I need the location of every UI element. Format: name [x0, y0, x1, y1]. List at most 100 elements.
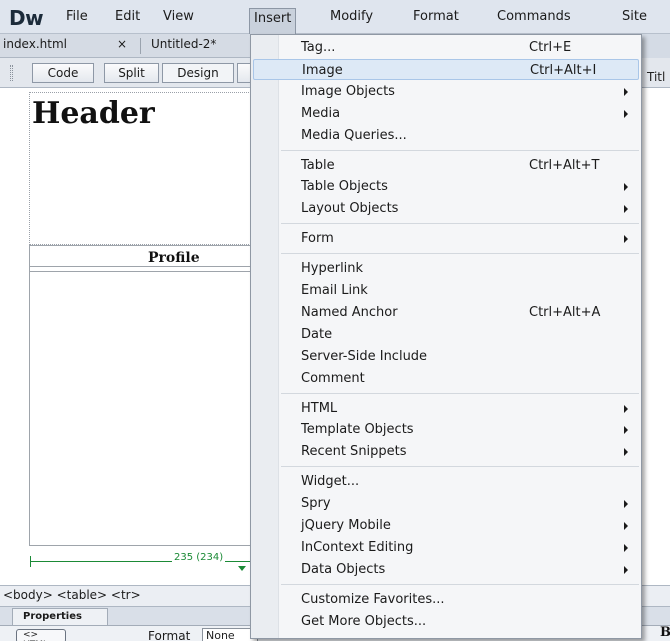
menu-item-media[interactable]: Media	[253, 103, 639, 124]
menu-item-label: Customize Favorites...	[301, 591, 445, 607]
menu-edit[interactable]: Edit	[111, 7, 144, 29]
menu-item-shortcut: Ctrl+Alt+A	[529, 304, 601, 320]
menu-item-label: Email Link	[301, 283, 368, 298]
menu-item-incontext-editing[interactable]: InContext Editing	[253, 537, 639, 558]
properties-tab[interactable]: Properties	[12, 608, 108, 625]
menu-item-label: Table	[301, 157, 335, 173]
menu-item-shortcut: Ctrl+Alt+I	[530, 62, 597, 78]
menu-item-label: Image Objects	[301, 83, 395, 99]
table-border	[29, 271, 255, 272]
menu-modify[interactable]: Modify	[326, 7, 377, 29]
menu-item-label: Image	[302, 62, 343, 78]
menu-item-hyperlink[interactable]: Hyperlink	[253, 258, 639, 279]
tab-untitled-2[interactable]: Untitled-2*	[151, 37, 216, 51]
menu-item-label: Widget...	[301, 474, 360, 490]
menu-item-label: Date	[301, 326, 333, 342]
menu-item-image[interactable]: Image Ctrl+Alt+I	[253, 58, 639, 80]
menu-item-label: Tag...	[301, 40, 336, 55]
title-label: Titl	[647, 70, 666, 84]
html-mode-button[interactable]: <> HTML	[16, 629, 66, 641]
menu-separator	[281, 392, 639, 394]
menu-separator	[281, 583, 639, 585]
menu-item-label: Template Objects	[301, 422, 414, 438]
document-tabs: index.html × Untitled-2*	[0, 34, 252, 58]
menu-item-shortcut: Ctrl+E	[529, 40, 572, 55]
menu-item-media-queries[interactable]: Media Queries...	[253, 125, 639, 146]
menu-item-recent-snippets[interactable]: Recent Snippets	[253, 441, 639, 462]
menu-item-label: Server-Side Include	[301, 348, 428, 364]
submenu-arrow-icon	[624, 109, 628, 118]
tag-selector[interactable]: <body> <table> <tr>	[3, 588, 141, 602]
menu-item-tag[interactable]: Tag... Ctrl+E	[253, 37, 639, 58]
submenu-arrow-icon	[624, 205, 628, 214]
submenu-arrow-icon	[624, 500, 628, 509]
menu-item-label: jQuery Mobile	[301, 518, 391, 533]
dreamweaver-logo: Dw	[9, 6, 44, 30]
table-border	[29, 245, 255, 246]
menu-item-comment[interactable]: Comment	[253, 368, 639, 389]
menu-insert[interactable]: Insert	[249, 8, 297, 34]
design-view-button[interactable]: Design	[162, 63, 234, 83]
menu-item-get-more-objects[interactable]: Get More Objects...	[253, 611, 639, 632]
submenu-arrow-icon	[624, 87, 628, 96]
split-view-button[interactable]: Split	[104, 63, 159, 83]
code-view-button[interactable]: Code	[32, 63, 94, 83]
ruler-dropdown-icon[interactable]	[238, 566, 246, 571]
menu-view[interactable]: View	[159, 7, 198, 29]
table-border	[29, 245, 30, 545]
submenu-arrow-icon	[624, 565, 628, 574]
menu-item-customize-favorites[interactable]: Customize Favorites...	[253, 589, 639, 610]
menu-item-html[interactable]: HTML	[253, 398, 639, 419]
menu-format[interactable]: Format	[409, 7, 463, 29]
submenu-arrow-icon	[624, 404, 628, 413]
menu-commands[interactable]: Commands	[493, 7, 575, 29]
table-border	[29, 266, 255, 267]
tab-index-html[interactable]: index.html	[3, 37, 67, 51]
tab-divider	[140, 38, 141, 54]
menu-item-jquery-mobile[interactable]: jQuery Mobile	[253, 515, 639, 536]
menu-item-server-side-include[interactable]: Server-Side Include	[253, 346, 639, 367]
insert-menu: Tag... Ctrl+E Image Ctrl+Alt+I Image Objects…	[250, 34, 642, 639]
profile-heading: Profile	[148, 250, 200, 266]
menu-item-label: Recent Snippets	[301, 444, 407, 460]
submenu-arrow-icon	[624, 522, 628, 530]
toolbar-grip[interactable]	[10, 65, 13, 81]
submenu-arrow-icon	[624, 426, 628, 435]
submenu-arrow-icon	[624, 235, 628, 244]
menu-separator	[281, 149, 639, 151]
menu-item-data-objects[interactable]: Data Objects	[253, 559, 639, 580]
menu-item-spry[interactable]: Spry	[253, 493, 639, 514]
menu-item-label: Hyperlink	[301, 261, 364, 277]
menu-item-table[interactable]: Table Ctrl+Alt+T	[253, 155, 639, 176]
menu-file[interactable]: File	[62, 7, 92, 29]
menu-item-label: Comment	[301, 370, 365, 386]
menu-separator	[281, 223, 639, 225]
menu-item-layout-objects[interactable]: Layout Objects	[253, 198, 639, 219]
menu-item-label: Spry	[301, 496, 331, 512]
menu-item-label: HTML	[301, 400, 338, 416]
menu-item-email-link[interactable]: Email Link	[253, 280, 639, 301]
menu-item-table-objects[interactable]: Table Objects	[253, 176, 639, 197]
menu-bar: Dw File Edit View Insert Modify Format C…	[0, 0, 670, 34]
menu-item-widget[interactable]: Widget...	[253, 471, 639, 492]
menu-item-named-anchor[interactable]: Named Anchor Ctrl+Alt+A	[253, 302, 639, 323]
menu-item-label: Layout Objects	[301, 201, 399, 217]
page-header: Header	[32, 96, 155, 131]
menu-separator	[281, 466, 639, 468]
menu-item-form[interactable]: Form	[253, 228, 639, 249]
menu-item-shortcut: Ctrl+Alt+T	[529, 157, 600, 173]
menu-item-image-objects[interactable]: Image Objects	[253, 81, 639, 102]
menu-item-label: Media	[301, 105, 341, 121]
bold-button[interactable]: B	[660, 625, 670, 640]
submenu-arrow-icon	[624, 448, 628, 457]
menu-separator	[281, 253, 639, 255]
table-width-label[interactable]: 235 (234)	[172, 552, 226, 563]
menu-item-template-objects[interactable]: Template Objects	[253, 419, 639, 440]
menu-item-label: Table Objects	[301, 179, 388, 195]
menu-item-date[interactable]: Date	[253, 324, 639, 345]
menu-item-label: Named Anchor	[301, 304, 398, 320]
submenu-arrow-icon	[624, 543, 628, 552]
menu-site[interactable]: Site	[618, 7, 651, 29]
tab-close-icon[interactable]: ×	[117, 37, 127, 51]
menu-item-label: Data Objects	[301, 561, 386, 577]
